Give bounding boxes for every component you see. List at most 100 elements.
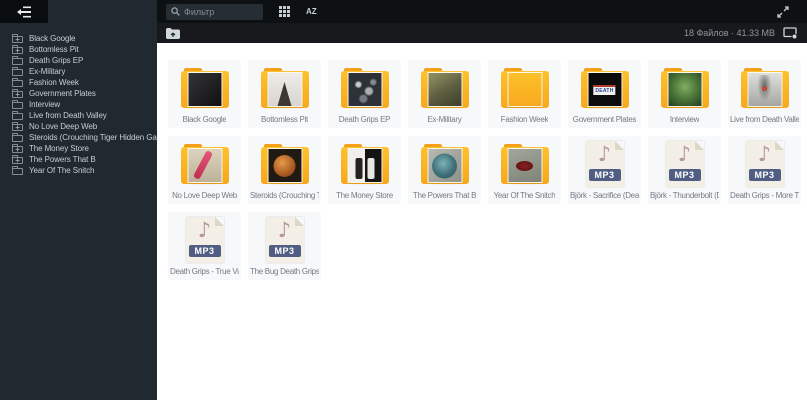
grid-item-folder[interactable]: Death Grips EP (328, 60, 401, 128)
grid-item-folder[interactable]: Ex-Military (408, 60, 481, 128)
sidebar-collapse-icon (17, 6, 31, 17)
sidebar-item-label: Live from Death Valley (29, 111, 107, 120)
icon-area (500, 65, 549, 111)
sidebar-item[interactable]: Black Google (0, 33, 157, 44)
folder-icon (12, 122, 23, 132)
sidebar-item[interactable]: Fashion Week (0, 77, 157, 88)
sidebar-item-label: The Money Store (29, 144, 89, 153)
album-art-thumbnail (348, 73, 381, 106)
icon-area (340, 65, 389, 111)
grid-view-button[interactable] (279, 0, 290, 23)
parent-folder-button[interactable] (166, 27, 180, 39)
grid-item-label: The Money Store (336, 191, 393, 200)
folder-icon (12, 144, 23, 154)
folder-icon (12, 166, 23, 175)
parent-folder-icon (166, 27, 180, 39)
mp3-badge: MP3 (748, 169, 781, 181)
folder-icon (260, 144, 309, 184)
album-art-thumbnail: DEATH (588, 73, 621, 106)
folder-icon (420, 68, 469, 108)
icon-area (500, 141, 549, 187)
icon-area (420, 65, 469, 111)
sort-az-icon: AZ (306, 7, 317, 16)
grid-item-folder[interactable]: The Powers That B (408, 136, 481, 204)
slideshow-icon (783, 26, 798, 39)
grid-item-label: Year Of The Snitch (493, 191, 556, 200)
search-box[interactable] (166, 3, 263, 20)
sidebar-toggle-button[interactable] (0, 0, 48, 23)
grid-item-label: Death Grips - More Tha... (730, 191, 799, 200)
folder-icon (12, 89, 23, 99)
sidebar-item-label: The Powers That B (29, 155, 96, 164)
grid-item-label: Death Grips EP (338, 115, 391, 124)
mp3-file-icon: ♪ MP3 (745, 141, 784, 187)
sidebar-item-label: Ex-Military (29, 67, 66, 76)
grid-item-folder[interactable]: The Money Store (328, 136, 401, 204)
grid-item-label: Death Grips - True Vult... (170, 267, 239, 276)
fullscreen-button[interactable] (777, 0, 789, 23)
slideshow-button[interactable] (783, 26, 798, 40)
grid-item-mp3[interactable]: ♪ MP3 The Bug Death Grips FU... (248, 212, 321, 280)
sidebar-item[interactable]: Live from Death Valley (0, 110, 157, 121)
folder-icon (12, 78, 23, 87)
mp3-file-icon: ♪ MP3 (665, 141, 704, 187)
grid-item-mp3[interactable]: ♪ MP3 Björk - Sacrifice (Death ... (568, 136, 641, 204)
folder-icon (12, 34, 23, 44)
sidebar-item-label: No Love Deep Web (29, 122, 98, 131)
grid-item-folder[interactable]: Interview (648, 60, 721, 128)
grid-item-folder[interactable]: No Love Deep Web (168, 136, 241, 204)
grid-item-folder[interactable]: DEATH Government Plates (568, 60, 641, 128)
sidebar-item[interactable]: Government Plates (0, 88, 157, 99)
album-art-thumbnail (268, 73, 301, 106)
sidebar-item[interactable]: Steroids (Crouching Tiger Hidden Gabber … (0, 132, 157, 143)
folder-icon (500, 144, 549, 184)
sidebar-item[interactable]: No Love Deep Web (0, 121, 157, 132)
music-note-icon: ♪ (597, 142, 612, 166)
folder-icon (420, 144, 469, 184)
grid-item-mp3[interactable]: ♪ MP3 Death Grips - True Vult... (168, 212, 241, 280)
grid-item-label: Live from Death Valley (730, 115, 799, 124)
file-grid: Black Google Bottomless Pit Death Grips … (157, 43, 807, 400)
folder-icon (12, 133, 23, 142)
sidebar-item[interactable]: The Money Store (0, 143, 157, 154)
top-toolbar: AZ (157, 0, 807, 23)
folder-icon (180, 144, 229, 184)
folder-icon (740, 68, 789, 108)
grid-item-folder[interactable]: Black Google (168, 60, 241, 128)
grid-item-folder[interactable]: Bottomless Pit (248, 60, 321, 128)
sidebar-item[interactable]: Interview (0, 99, 157, 110)
secondary-toolbar: 18 Файлов · 41.33 MB (157, 23, 807, 43)
grid-item-mp3[interactable]: ♪ MP3 Björk - Thunderbolt (De... (648, 136, 721, 204)
sidebar-item[interactable]: Ex-Military (0, 66, 157, 77)
folder-icon (12, 45, 23, 55)
grid-item-label: Government Plates (572, 115, 637, 124)
icon-area (260, 65, 309, 111)
folder-icon (500, 68, 549, 108)
grid-item-label: Interview (669, 115, 700, 124)
sidebar-item[interactable]: Death Grips EP (0, 55, 157, 66)
filter-input[interactable] (184, 6, 254, 17)
sidebar-item-label: Year Of The Snitch (29, 166, 95, 175)
grid-item-label: The Powers That B (412, 191, 477, 200)
grid-item-folder[interactable]: Steroids (Crouching Tig... (248, 136, 321, 204)
grid-item-folder[interactable]: Year Of The Snitch (488, 136, 561, 204)
album-art-thumbnail (428, 149, 461, 182)
sidebar-item[interactable]: The Powers That B (0, 154, 157, 165)
grid-item-folder[interactable]: Live from Death Valley (728, 60, 801, 128)
album-art-thumbnail (508, 73, 541, 106)
folder-icon (12, 56, 23, 65)
album-art-text: DEATH (593, 84, 616, 95)
icon-area: DEATH (580, 65, 629, 111)
grid-item-mp3[interactable]: ♪ MP3 Death Grips - More Tha... (728, 136, 801, 204)
sort-az-button[interactable]: AZ (306, 0, 317, 23)
sidebar-item[interactable]: Year Of The Snitch (0, 165, 157, 176)
folder-icon (12, 111, 23, 120)
icon-area (660, 65, 709, 111)
file-count-status: 18 Файлов · 41.33 MB (683, 28, 775, 38)
grid-item-folder[interactable]: Fashion Week (488, 60, 561, 128)
mp3-badge: MP3 (188, 245, 221, 257)
album-art-thumbnail (748, 73, 781, 106)
icon-area: ♪ MP3 (745, 141, 784, 187)
icon-area: ♪ MP3 (585, 141, 624, 187)
sidebar-item[interactable]: Bottomless Pit (0, 44, 157, 55)
